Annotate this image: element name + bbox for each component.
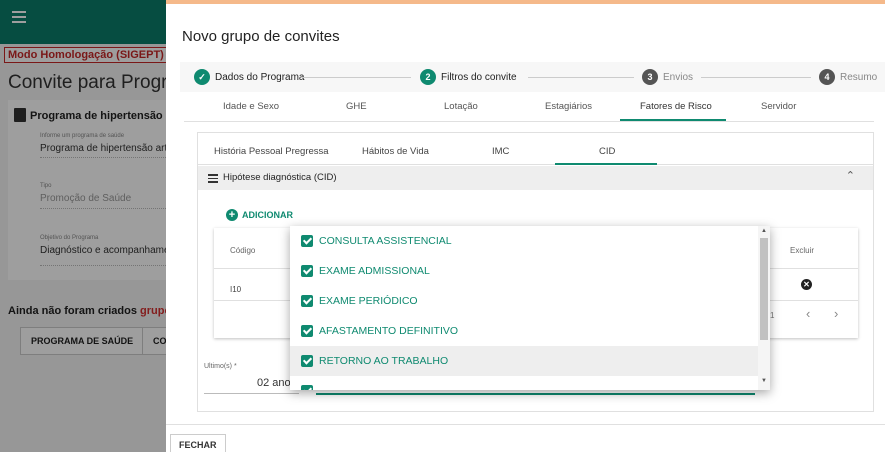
checkbox-checked-icon[interactable] <box>301 385 313 390</box>
step-connector <box>701 77 811 78</box>
cid-panel-header[interactable]: Hipótese diagnóstica (CID) ⌃ <box>198 166 873 190</box>
chevron-up-icon[interactable]: ⌃ <box>846 169 855 182</box>
tab-estagiarios[interactable]: Estagiários <box>545 101 592 112</box>
step-label: Dados do Programa <box>215 71 305 83</box>
dropdown-option[interactable]: EXAME ADMISSIONAL <box>290 256 758 286</box>
pagination-range: 1 <box>770 311 775 320</box>
ultimos-label: Ultimo(s) * <box>204 363 237 370</box>
active-tab-indicator <box>620 119 726 121</box>
dropdown-option[interactable]: CONSULTA ASSISTENCIAL <box>290 226 758 256</box>
chevron-right-icon[interactable]: › <box>834 306 838 321</box>
dropdown-option[interactable]: RETORNO AO TRABALHO <box>290 346 758 376</box>
table-cell-codigo: I10 <box>230 285 242 294</box>
stepper: ✓ Dados do Programa 2 Filtros do convite… <box>180 62 885 92</box>
add-button[interactable]: + ADICIONAR <box>226 209 293 221</box>
tab-ghe[interactable]: GHE <box>346 101 367 112</box>
scroll-down-arrow-icon[interactable]: ▼ <box>761 378 767 384</box>
tab-historia-pessoal[interactable]: História Pessoal Pregressa <box>214 146 329 157</box>
multi-select-dropdown: CONSULTA ASSISTENCIAL EXAME ADMISSIONAL … <box>290 226 770 390</box>
step-resumo[interactable]: 4 Resumo <box>819 69 877 85</box>
delete-icon[interactable]: ✕ <box>801 279 812 290</box>
checkbox-checked-icon[interactable] <box>301 355 313 367</box>
add-button-label: ADICIONAR <box>242 210 293 220</box>
tab-servidor[interactable]: Servidor <box>761 101 796 112</box>
step-connector <box>528 77 634 78</box>
step-dados-do-programa[interactable]: ✓ Dados do Programa <box>194 69 305 85</box>
tab-lotacao[interactable]: Lotação <box>444 101 478 112</box>
scrollbar-thumb[interactable] <box>760 238 768 340</box>
option-label: EXAME ADMISSIONAL <box>319 265 430 277</box>
tipo-select-underline <box>316 393 755 395</box>
close-button[interactable]: FECHAR <box>170 434 226 452</box>
tab-imc[interactable]: IMC <box>492 146 509 157</box>
ultimos-select[interactable]: 02 ano <box>257 377 291 389</box>
dialog-title: Novo grupo de convites <box>182 28 340 45</box>
option-label: RETORNO AO TRABALHO <box>319 355 449 367</box>
step-number: 4 <box>819 69 835 85</box>
step-number: 2 <box>420 69 436 85</box>
tab-fatores-de-risco[interactable]: Fatores de Risco <box>640 101 712 112</box>
step-connector <box>301 77 411 78</box>
step-label: Envios <box>663 71 694 83</box>
plus-circle-icon: + <box>226 209 238 221</box>
step-label: Filtros do convite <box>441 71 517 83</box>
dropdown-option[interactable] <box>290 376 758 390</box>
option-label: EXAME PERIÓDICO <box>319 295 418 307</box>
checkbox-checked-icon[interactable] <box>301 325 313 337</box>
active-subtab-indicator <box>555 163 657 165</box>
tab-habitos-de-vida[interactable]: Hábitos de Vida <box>362 146 429 157</box>
tab-cid[interactable]: CID <box>599 146 615 157</box>
risk-subtabs: História Pessoal Pregressa Hábitos de Vi… <box>198 133 873 165</box>
checkbox-checked-icon[interactable] <box>301 295 313 307</box>
column-header-codigo: Código <box>230 246 256 255</box>
checkbox-checked-icon[interactable] <box>301 265 313 277</box>
dropdown-option[interactable]: EXAME PERIÓDICO <box>290 286 758 316</box>
cid-panel-title: Hipótese diagnóstica (CID) <box>223 172 337 183</box>
filter-tabs: Idade e Sexo GHE Lotação Estagiários Fat… <box>184 96 874 122</box>
check-icon: ✓ <box>194 69 210 85</box>
column-header-excluir: Excluir <box>790 246 815 255</box>
step-envios[interactable]: 3 Envios <box>642 69 693 85</box>
list-icon <box>208 174 218 185</box>
step-number: 3 <box>642 69 658 85</box>
dropdown-option[interactable]: AFASTAMENTO DEFINITIVO <box>290 316 758 346</box>
tab-idade-e-sexo[interactable]: Idade e Sexo <box>223 101 279 112</box>
checkbox-checked-icon[interactable] <box>301 235 313 247</box>
field-underline <box>204 393 299 394</box>
scroll-up-arrow-icon[interactable]: ▲ <box>761 228 767 234</box>
option-label: AFASTAMENTO DEFINITIVO <box>319 325 459 337</box>
step-label: Resumo <box>840 71 878 83</box>
option-label: CONSULTA ASSISTENCIAL <box>319 235 452 247</box>
dropdown-scrollbar[interactable]: ▲ ▼ <box>758 226 770 390</box>
chevron-left-icon[interactable]: ‹ <box>806 306 810 321</box>
dialog-footer-divider <box>166 424 885 425</box>
step-filtros-do-convite[interactable]: 2 Filtros do convite <box>420 69 517 85</box>
